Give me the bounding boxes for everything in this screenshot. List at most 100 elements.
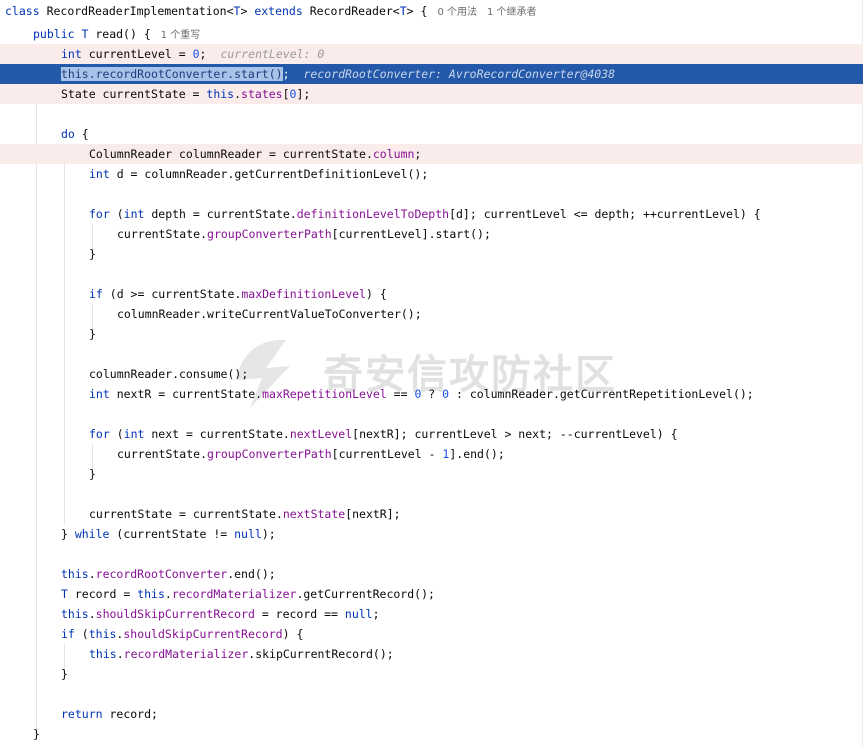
code-text: (d >= currentState.	[102, 287, 242, 301]
code-line-method-signature[interactable]: public T read() {1 个重写	[0, 24, 863, 44]
code-text: .	[116, 647, 124, 661]
code-text: ;	[414, 147, 422, 161]
code-text: currentState = currentState.	[89, 507, 283, 521]
super-close: > {	[406, 4, 428, 18]
code-line[interactable]: T record = this.recordMaterializer.getCu…	[0, 584, 863, 604]
code-text: d = columnReader.getCurrentDefinitionLev…	[109, 167, 429, 181]
keyword-this: this	[206, 87, 235, 101]
field-ref: groupConverterPath	[207, 447, 332, 461]
code-text: ColumnReader columnReader = currentState…	[89, 147, 373, 161]
code-line[interactable]: int d = columnReader.getCurrentDefinitio…	[0, 164, 863, 184]
code-line-breakpoint[interactable]: State currentState = this.states[0];	[0, 84, 863, 104]
code-text: [	[282, 87, 290, 101]
code-text: currentLevel =	[88, 47, 193, 61]
field-ref: recordMaterializer	[123, 647, 249, 661]
field-ref: column	[372, 147, 415, 161]
code-line[interactable]: }	[0, 324, 863, 344]
keyword-this: this	[61, 567, 89, 581]
code-line[interactable]: columnReader.consume();	[0, 364, 863, 384]
code-text: record =	[67, 587, 138, 601]
code-line[interactable]: currentState.groupConverterPath[currentL…	[0, 444, 863, 464]
code-text: nextR = currentState.	[109, 387, 263, 401]
code-text: = record ==	[254, 607, 345, 621]
code-line[interactable]: this.recordMaterializer.skipCurrentRecor…	[0, 644, 863, 664]
code-text: {	[74, 127, 89, 141]
code-line[interactable]: columnReader.writeCurrentValueToConverte…	[0, 304, 863, 324]
method-signature[interactable]: read() {	[95, 27, 150, 41]
code-text: [currentLevel].start();	[331, 227, 491, 241]
code-text: .	[234, 87, 242, 101]
field-ref: nextState	[282, 507, 346, 521]
code-text: .end();	[227, 567, 276, 581]
code-text: }	[89, 327, 96, 341]
keyword-this: this	[89, 647, 117, 661]
code-line[interactable]: int nextR = currentState.maxRepetitionLe…	[0, 384, 863, 404]
keyword-this: this	[88, 627, 117, 641]
class-name[interactable]: RecordReaderImplementation<	[47, 4, 234, 18]
code-text: }	[89, 467, 96, 481]
code-line[interactable]: for (int depth = currentState.definition…	[0, 204, 863, 224]
code-line-class-header[interactable]: class RecordReaderImplementation< T > exte…	[0, 1, 863, 21]
field-ref: states	[241, 87, 283, 101]
code-line[interactable]: }	[0, 724, 863, 744]
code-text: .	[164, 587, 172, 601]
inline-debug-value[interactable]: currentLevel: 0	[220, 47, 324, 61]
field-ref: maxDefinitionLevel	[241, 287, 366, 301]
type-param: T	[61, 587, 68, 601]
super-class-name[interactable]: RecordReader<	[310, 4, 400, 18]
keyword-public: public	[33, 27, 75, 41]
keyword-if: if	[89, 287, 103, 301]
code-text: ==	[386, 387, 415, 401]
code-line[interactable]: currentState = currentState.nextState[ne…	[0, 504, 863, 524]
code-text: (	[74, 627, 89, 641]
code-line[interactable]: } while (currentState != null);	[0, 524, 863, 544]
code-vision-hints[interactable]: 0 个用法 1 个继承者	[437, 7, 546, 18]
keyword-do: do	[61, 127, 75, 141]
code-text: ) {	[282, 627, 304, 641]
code-text: currentState.	[117, 227, 208, 241]
code-line[interactable]: do {	[0, 124, 863, 144]
selected-code[interactable]: this.recordRootConverter.start()	[61, 67, 283, 81]
field-ref: maxRepetitionLevel	[262, 387, 387, 401]
code-line[interactable]: if (d >= currentState.maxDefinitionLevel…	[0, 284, 863, 304]
code-line[interactable]: if (this.shouldSkipCurrentRecord) {	[0, 624, 863, 644]
keyword-for: for	[89, 427, 110, 441]
keyword-null: null	[234, 527, 262, 541]
code-text: ].end();	[449, 447, 505, 461]
code-line[interactable]: }	[0, 244, 863, 264]
code-line[interactable]: return record;	[0, 704, 863, 724]
inline-debug-value[interactable]: recordRootConverter: AvroRecordConverter…	[304, 67, 616, 81]
code-text: : columnReader.getCurrentRepetitionLevel…	[449, 387, 754, 401]
code-line[interactable]: this.shouldSkipCurrentRecord = record ==…	[0, 604, 863, 624]
overrides-hint[interactable]: 1 个重写	[161, 30, 201, 41]
code-line[interactable]: currentState.groupConverterPath[currentL…	[0, 224, 863, 244]
code-text: ?	[421, 387, 443, 401]
code-line-breakpoint[interactable]: int currentLevel = 0; currentLevel: 0	[0, 44, 863, 64]
code-line-current-execution[interactable]: this.recordRootConverter.start(); recordR…	[0, 64, 863, 84]
code-text: }	[61, 527, 75, 541]
code-text: }	[33, 727, 40, 741]
code-text: currentState.	[117, 447, 208, 461]
code-line[interactable]: }	[0, 464, 863, 484]
code-text: .	[88, 567, 96, 581]
class-name-close: >	[240, 4, 248, 18]
inheritors-hint[interactable]: 1 个继承者	[487, 7, 537, 18]
code-line[interactable]: this.recordRootConverter.end();	[0, 564, 863, 584]
field-ref: definitionLevelToDepth	[296, 207, 450, 221]
code-line-breakpoint[interactable]: ColumnReader columnReader = currentState…	[0, 144, 863, 164]
code-line[interactable]: }	[0, 664, 863, 684]
code-text: }	[89, 247, 96, 261]
keyword-for: for	[89, 207, 110, 221]
keyword-while: while	[74, 527, 110, 541]
code-text: .skipCurrentRecord();	[248, 647, 394, 661]
code-text: [currentLevel -	[331, 447, 443, 461]
code-text: ];	[296, 87, 311, 101]
keyword-class: class	[5, 4, 40, 18]
code-line[interactable]: for (int next = currentState.nextLevel[n…	[0, 424, 863, 444]
usages-hint[interactable]: 0 个用法	[437, 7, 477, 18]
keyword-return: return	[61, 707, 103, 721]
code-text: columnReader.consume();	[89, 367, 249, 381]
code-text: State currentState =	[61, 87, 207, 101]
code-text: record;	[102, 707, 158, 721]
number-literal: 0	[192, 47, 200, 61]
